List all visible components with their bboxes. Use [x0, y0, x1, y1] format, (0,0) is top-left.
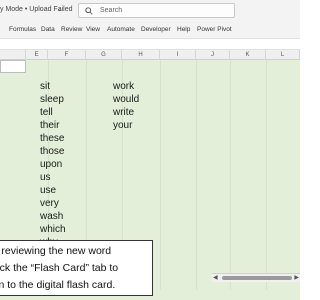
word-cell[interactable]: sleep [40, 94, 64, 105]
search-box[interactable]: Search [78, 3, 235, 18]
column-header-f[interactable]: F [48, 50, 86, 60]
row-header-corner[interactable] [0, 50, 26, 60]
scrollbar-thumb[interactable] [222, 276, 292, 280]
gridline [230, 60, 231, 290]
tab-data[interactable]: Data [41, 26, 55, 33]
word-cell[interactable]: wash [40, 211, 63, 222]
gridline [196, 60, 197, 290]
callout-line-3: rn to the digital flash card. [0, 279, 116, 291]
gridline [160, 60, 161, 290]
tab-help[interactable]: Help [177, 26, 190, 33]
word-cell[interactable]: work [113, 81, 134, 92]
word-cell[interactable]: tell [40, 107, 53, 118]
column-header-row: E F G H I J K L [0, 50, 300, 60]
column-header-k[interactable]: K [230, 50, 266, 60]
word-cell[interactable]: would [113, 94, 139, 105]
instruction-callout: r reviewing the new word lick the “Flash… [0, 240, 153, 296]
ribbon-tabs: Formulas Data Review View Automate Devel… [0, 22, 300, 38]
tab-automate[interactable]: Automate [107, 26, 135, 33]
search-icon [85, 7, 93, 15]
word-cell[interactable]: your [113, 120, 132, 131]
search-placeholder: Search [100, 7, 123, 14]
word-cell[interactable]: upon [40, 159, 62, 170]
column-header-i[interactable]: I [160, 50, 196, 60]
word-cell[interactable]: very [40, 198, 59, 209]
column-header-h[interactable]: H [122, 50, 160, 60]
tab-developer[interactable]: Developer [141, 26, 171, 33]
gridline [266, 60, 267, 290]
formula-bar[interactable] [0, 38, 300, 50]
title-bar: y Mode • Upload Failed ⌄ Search [0, 0, 300, 22]
column-header-j[interactable]: J [196, 50, 230, 60]
word-cell[interactable]: use [40, 185, 56, 196]
word-cell[interactable]: sit [40, 81, 50, 92]
column-header-l[interactable]: L [266, 50, 300, 60]
tab-power-pivot[interactable]: Power Pivot [197, 26, 232, 33]
callout-line-1: r reviewing the new word [0, 245, 112, 257]
tab-formulas[interactable]: Formulas [9, 26, 36, 33]
callout-line-2: lick the “Flash Card” tab to [0, 262, 119, 274]
column-header-e[interactable]: E [26, 50, 48, 60]
scroll-right-icon[interactable]: ▶ [294, 274, 299, 281]
scroll-left-icon[interactable]: ◀ [213, 274, 218, 281]
tab-view[interactable]: View [86, 26, 100, 33]
word-cell[interactable]: these [40, 133, 64, 144]
word-cell[interactable]: us [40, 172, 51, 183]
tab-review[interactable]: Review [61, 26, 82, 33]
column-header-g[interactable]: G [86, 50, 122, 60]
selected-cell[interactable] [0, 60, 26, 73]
word-cell[interactable]: write [113, 107, 134, 118]
word-cell[interactable]: which [40, 224, 66, 235]
word-cell[interactable]: those [40, 146, 64, 157]
title-dropdown-icon[interactable]: ⌄ [57, 5, 63, 13]
horizontal-scrollbar[interactable]: ◀ ▶ [212, 273, 300, 282]
word-cell[interactable]: their [40, 120, 59, 131]
